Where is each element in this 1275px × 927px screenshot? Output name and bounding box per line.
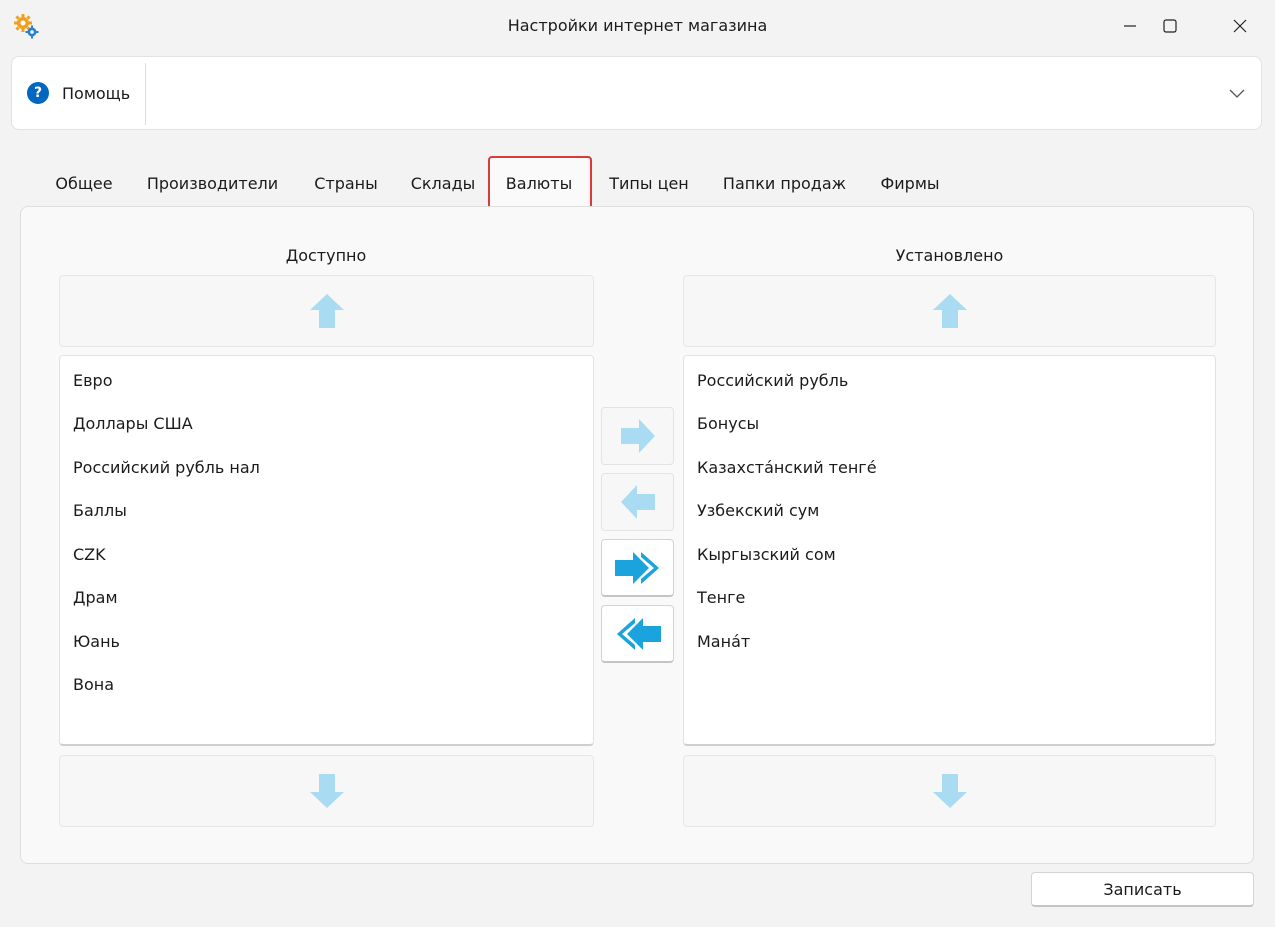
list-item[interactable]: Юань (73, 632, 120, 651)
list-item[interactable]: Вона (73, 675, 114, 694)
arrow-down-icon (932, 774, 967, 808)
list-item[interactable]: Узбекский сум (697, 501, 819, 520)
list-item[interactable]: Казахстáнский тенгé (697, 458, 877, 477)
tab-currencies[interactable]: Валюты (490, 158, 588, 206)
help-question-icon[interactable]: ? (27, 82, 49, 104)
help-separator (145, 63, 146, 125)
tab-sales-folders[interactable]: Папки продаж (716, 158, 853, 206)
title-bar: Настройки интернет магазина (0, 0, 1275, 52)
tab-warehouses[interactable]: Склады (399, 158, 487, 206)
list-item[interactable]: CZK (73, 545, 106, 564)
help-label[interactable]: Помощь (62, 84, 130, 103)
move-left-button[interactable] (601, 473, 674, 531)
help-bar: ? Помощь (11, 56, 1262, 130)
available-move-up-button[interactable] (59, 275, 594, 347)
close-icon (1233, 19, 1247, 33)
move-right-button[interactable] (601, 407, 674, 465)
arrow-left-icon (620, 485, 655, 519)
tab-general[interactable]: Общее (38, 158, 130, 206)
move-all-left-button[interactable] (601, 605, 674, 663)
tab-firms[interactable]: Фирмы (870, 158, 950, 206)
arrow-up-icon (309, 294, 344, 328)
installed-list[interactable]: Российский рубль Бонусы Казахстáнский те… (683, 355, 1216, 746)
list-item[interactable]: Манáт (697, 632, 750, 651)
list-item[interactable]: Кыргызский сом (697, 545, 836, 564)
maximize-button[interactable] (1140, 0, 1200, 52)
list-item[interactable]: Евро (73, 371, 112, 390)
close-button[interactable] (1210, 0, 1270, 52)
available-title: Доступно (285, 246, 367, 265)
arrow-down-icon (309, 774, 344, 808)
maximize-icon (1163, 19, 1177, 33)
double-arrow-right-icon (614, 551, 659, 584)
list-item[interactable]: Драм (73, 588, 118, 607)
installed-move-up-button[interactable] (683, 275, 1216, 347)
installed-title: Установлено (895, 246, 1004, 265)
move-all-right-button[interactable] (601, 539, 674, 597)
list-item[interactable]: Тенге (697, 588, 745, 607)
list-item[interactable]: Доллары США (73, 414, 193, 433)
save-button[interactable]: Записать (1031, 872, 1254, 907)
list-item[interactable]: Российский рубль (697, 371, 848, 390)
chevron-down-icon[interactable] (1228, 87, 1246, 99)
window-title: Настройки интернет магазина (507, 16, 768, 35)
arrow-right-icon (620, 419, 655, 453)
list-item[interactable]: Бонусы (697, 414, 759, 433)
arrow-up-icon (932, 294, 967, 328)
double-arrow-left-icon (616, 617, 661, 650)
tab-manufacturers[interactable]: Производители (136, 158, 289, 206)
minimize-icon (1124, 25, 1136, 27)
list-item[interactable]: Баллы (73, 501, 127, 520)
tab-countries[interactable]: Страны (301, 158, 391, 206)
tab-price-types[interactable]: Типы цен (597, 158, 701, 206)
available-move-down-button[interactable] (59, 755, 594, 827)
installed-move-down-button[interactable] (683, 755, 1216, 827)
available-list[interactable]: Евро Доллары США Российский рубль нал Ба… (59, 355, 594, 746)
list-item[interactable]: Российский рубль нал (73, 458, 260, 477)
